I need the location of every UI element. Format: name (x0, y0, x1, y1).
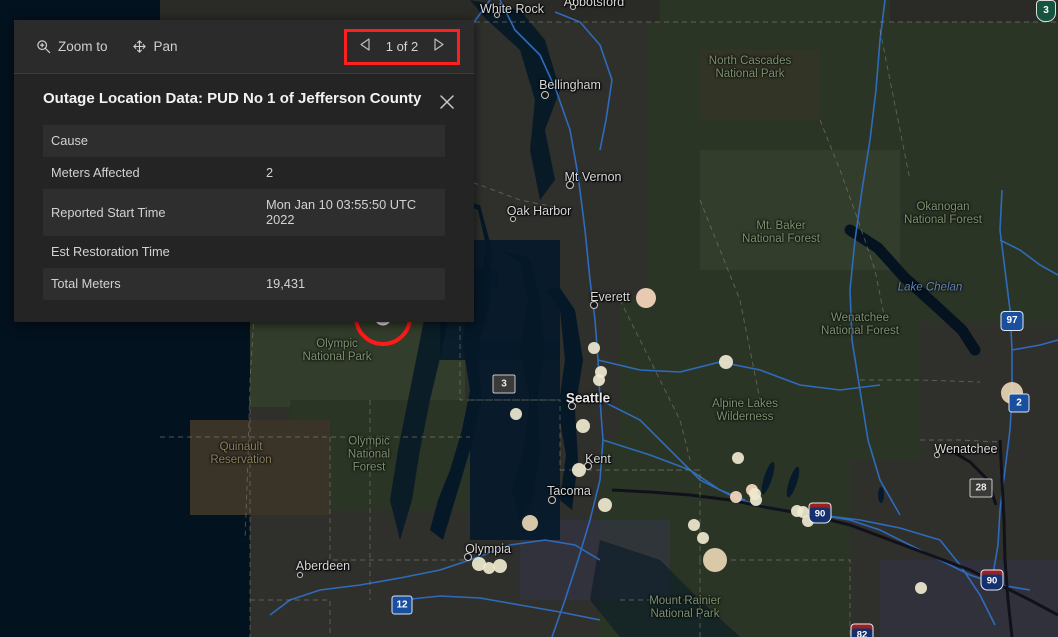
feature-pagination: 1 of 2 (350, 34, 454, 60)
city-marker-dot (590, 301, 598, 309)
highway-shield: 90 (980, 569, 1004, 591)
city-marker-dot (570, 4, 576, 10)
outage-marker[interactable] (510, 408, 522, 420)
highway-shield: 82 (850, 623, 874, 637)
table-row: Reported Start Time Mon Jan 10 03:55:50 U… (43, 189, 445, 236)
attribute-table: Cause Meters Affected 2 Reported Start Time… (43, 125, 445, 300)
outage-marker[interactable] (915, 582, 927, 594)
triangle-left-icon[interactable] (359, 37, 372, 57)
outage-marker[interactable] (522, 515, 538, 531)
outage-marker[interactable] (730, 491, 742, 503)
outage-marker[interactable] (588, 342, 600, 354)
table-row: Cause (43, 125, 445, 157)
attribute-key: Reported Start Time (43, 189, 258, 236)
feature-popup: Zoom to Pan 1 of 2 Outage Location Data:… (14, 20, 474, 322)
attribute-value (258, 125, 445, 157)
city-marker-dot (566, 181, 574, 189)
city-marker-dot (934, 452, 940, 458)
highway-shield: 3 (492, 374, 516, 394)
city-marker-dot (510, 216, 516, 222)
table-row: Est Restoration Time (43, 236, 445, 268)
highway-shield: 12 (391, 595, 413, 615)
highway-shield: 90 (808, 502, 832, 524)
city-marker-dot (494, 12, 500, 18)
attribute-value: Mon Jan 10 03:55:50 UTC 2022 (258, 189, 445, 236)
four-way-arrow-icon (132, 39, 147, 54)
city-marker-dot (568, 402, 576, 410)
highway-shield: 2 (1008, 393, 1030, 413)
triangle-right-icon[interactable] (432, 37, 445, 57)
city-marker-dot (464, 553, 472, 561)
outage-map-app: White Rock Abbotsford Bellingham Mt Vernon O… (0, 0, 1058, 637)
zoom-to-label: Zoom to (58, 39, 108, 54)
outage-marker[interactable] (697, 532, 709, 544)
pan-button[interactable]: Pan (132, 39, 178, 54)
attribute-value (258, 236, 445, 268)
pagination-highlight: 1 of 2 (344, 28, 460, 65)
table-row: Total Meters 19,431 (43, 268, 445, 300)
highway-shield: 97 (1000, 311, 1024, 331)
outage-marker[interactable] (750, 494, 762, 506)
outage-marker[interactable] (732, 452, 744, 464)
outage-marker[interactable] (703, 548, 727, 572)
city-marker-dot (541, 91, 549, 99)
outage-marker[interactable] (593, 374, 605, 386)
outage-marker[interactable] (636, 288, 656, 308)
popup-toolbar: Zoom to Pan 1 of 2 (14, 20, 474, 74)
highway-shield: 28 (969, 478, 993, 498)
attribute-key: Total Meters (43, 268, 258, 300)
outage-marker[interactable] (598, 498, 612, 512)
zoom-to-button[interactable]: Zoom to (36, 39, 108, 54)
outage-marker[interactable] (572, 463, 586, 477)
attribute-value: 2 (258, 157, 445, 189)
pagination-count: 1 of 2 (385, 39, 419, 54)
outage-marker[interactable] (688, 519, 700, 531)
lake-chelan-shape (844, 224, 981, 356)
outage-marker[interactable] (576, 419, 590, 433)
highway-shield: 3 (1036, 0, 1056, 22)
attribute-key: Meters Affected (43, 157, 258, 189)
outage-marker[interactable] (493, 559, 507, 573)
city-marker-dot (548, 496, 556, 504)
popup-body: Outage Location Data: PUD No 1 of Jeffer… (14, 74, 474, 322)
city-marker-dot (297, 572, 303, 578)
attribute-key: Cause (43, 125, 258, 157)
magnifier-plus-icon (36, 39, 51, 54)
table-row: Meters Affected 2 (43, 157, 445, 189)
attribute-value: 19,431 (258, 268, 445, 300)
pan-label: Pan (153, 39, 178, 54)
popup-title-row: Outage Location Data: PUD No 1 of Jeffer… (14, 74, 474, 125)
outage-marker[interactable] (719, 355, 733, 369)
popup-title: Outage Location Data: PUD No 1 of Jeffer… (43, 90, 422, 107)
attribute-key: Est Restoration Time (43, 236, 258, 268)
close-icon[interactable] (436, 91, 458, 113)
